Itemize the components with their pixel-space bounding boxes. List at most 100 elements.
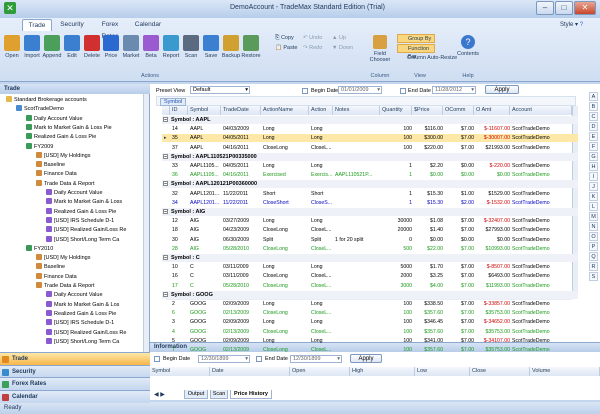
alpha-index-e[interactable]: E [589, 132, 598, 141]
tree-node[interactable]: [USD] Realized Gain/Loss Re [46, 226, 126, 234]
nav-forex-rates[interactable]: Forex Rates [0, 377, 150, 390]
info-column-volume[interactable]: Volume [530, 367, 600, 376]
column-header--price[interactable]: $Price [412, 106, 443, 115]
column-header-tradedate[interactable]: TradeDate [221, 106, 261, 115]
edit-button[interactable]: Edit [62, 35, 82, 67]
info-column-low[interactable]: Low [415, 367, 470, 376]
table-row[interactable]: 28 AIG 05/28/2010 CloseLong CloseL... 500 $22.… [162, 245, 578, 253]
end-date-checkbox[interactable] [400, 88, 406, 94]
maximize-button[interactable]: □ [555, 1, 573, 15]
copy-button[interactable]: ⎘ Copy [275, 35, 294, 42]
function-bar-toggle[interactable]: Function Bar [397, 44, 435, 60]
tab-forex-rates[interactable]: Forex Rates [93, 19, 127, 40]
table-row[interactable]: 12 AIG 03/27/2009 Long Long 30000 $1.08 $7.00 $-… [162, 217, 578, 225]
up-button[interactable]: ▲ Up [332, 35, 346, 41]
tree-node[interactable]: ScotTradeDemo [16, 105, 64, 113]
alpha-index-j[interactable]: J [589, 182, 598, 191]
tree-node[interactable]: [USD] My Holdings [36, 254, 90, 262]
table-row[interactable]: 4 GOOG 02/13/2009 CloseLong CloseL... 100 $357… [162, 328, 578, 336]
undo-button[interactable]: ↶ Undo [303, 35, 322, 41]
table-row[interactable]: 30 AIG 06/30/2009 Split Split 1 for 20 split 0… [162, 236, 578, 244]
help-icon[interactable]: ? [580, 22, 583, 28]
column-header-action[interactable]: Action [309, 106, 333, 115]
collapse-icon[interactable]: – [163, 181, 168, 187]
delete-button[interactable]: Delete [82, 35, 102, 67]
alpha-index-p[interactable]: P [589, 242, 598, 251]
tree-node[interactable]: Realized Gain & Loss Pie [46, 207, 116, 216]
nav-trade[interactable]: Trade [0, 352, 150, 365]
table-row[interactable]: 17 C 05/28/2010 CloseLong CloseL... 3000 $4.00… [162, 282, 578, 290]
alpha-index-h[interactable]: H [589, 162, 598, 171]
collapse-icon[interactable]: – [163, 117, 168, 123]
minimize-button[interactable]: – [536, 1, 554, 15]
info-column-high[interactable]: High [350, 367, 415, 376]
column-header-quantity[interactable]: Quantity [380, 106, 412, 115]
append-button[interactable]: Append [42, 35, 62, 67]
tree-node[interactable]: [USD] Short/Long Term Ca [46, 337, 119, 346]
table-row[interactable]: 34 AAPL1201... 11/22/2011 CloseShort CloseS.… [162, 199, 578, 207]
alpha-index-i[interactable]: I [589, 172, 598, 181]
tab-trade[interactable]: Trade [22, 19, 52, 31]
group-by-box-toggle[interactable]: Group By Box [397, 34, 435, 50]
table-row[interactable]: 32 AAPL1201... 11/22/2011 Short Short 1 $15.30… [162, 190, 578, 198]
table-row[interactable]: 16 C 03/11/2009 CloseLong CloseL... 2000 $3.25… [162, 272, 578, 280]
table-row[interactable]: 33 AAPL1105... 04/05/2011 Long Long 1 $2.20 $0.… [162, 162, 578, 170]
group-header[interactable]: – Symbol : C [162, 254, 578, 262]
down-button[interactable]: ▼ Down [332, 45, 353, 51]
collapse-icon[interactable]: – [163, 153, 168, 159]
column-header-notes[interactable]: Notes [333, 106, 380, 115]
tree-node[interactable]: [USD] Short/Long Term Ca [46, 235, 119, 244]
begin-date-input[interactable]: 01/01/2009 ▾ [338, 86, 382, 94]
collapse-icon[interactable]: – [163, 255, 168, 261]
tree-node[interactable]: Realized Gain & Loss Pie [46, 309, 116, 318]
alpha-index-m[interactable]: M [589, 212, 598, 221]
tab-calendar[interactable]: Calendar [130, 19, 166, 31]
tree-node[interactable]: [USD] IRS Schedule D-1 [46, 319, 114, 327]
table-row[interactable]: 37 AAPL 04/16/2011 CloseLong CloseL... 100 $22… [162, 144, 578, 152]
alpha-index-l[interactable]: L [589, 202, 598, 211]
tree-node[interactable]: Trade Data & Report [36, 179, 95, 188]
column-header-id[interactable]: ID [170, 106, 188, 115]
info-apply-button[interactable]: Apply [350, 354, 382, 363]
alpha-index-f[interactable]: F [589, 142, 598, 151]
nav-security[interactable]: Security [0, 364, 150, 378]
alpha-index-k[interactable]: K [589, 192, 598, 201]
alpha-index-o[interactable]: O [589, 232, 598, 241]
info-column-symbol[interactable]: Symbol [150, 367, 210, 376]
table-row[interactable]: 10 C 03/11/2009 Long Long 5000 $1.70 $7.00 $-850… [162, 263, 578, 271]
info-column-date[interactable]: Date [210, 367, 290, 376]
collapse-icon[interactable]: – [163, 209, 168, 215]
tree-node[interactable]: Mark to Market Gain & Loss Pie [26, 123, 112, 132]
tree-node[interactable]: [USD] My Holdings [36, 151, 90, 160]
group-header[interactable]: – Symbol : AAPL110521P00335000 [162, 152, 578, 161]
save-button[interactable]: Save [201, 35, 221, 67]
info-begin-date-checkbox[interactable] [154, 356, 160, 362]
table-row[interactable]: 2 GOOG 02/09/2009 Long Long 100 $338.50 $7.00 $-… [162, 300, 578, 308]
column-header-o-amt[interactable]: O Amt [474, 106, 510, 115]
alpha-index-r[interactable]: R [589, 262, 598, 271]
info-end-date-input[interactable]: 12/30/1899 ▾ [290, 355, 342, 363]
collapse-icon[interactable]: – [163, 291, 168, 297]
tree-node[interactable]: Finance Data [36, 170, 77, 178]
redo-button[interactable]: ↷ Redo [303, 45, 322, 51]
tab-security[interactable]: Security [56, 19, 88, 31]
app-logo-icon[interactable]: ✕ [4, 2, 16, 14]
column-header-symbol[interactable]: Symbol [188, 106, 221, 115]
column-header-actionname[interactable]: ActionName [261, 106, 309, 115]
table-row[interactable]: 7 GOOG 02/13/2009 CloseLong CloseL... 100 $357… [162, 346, 578, 354]
tree-node[interactable]: Baseline [36, 161, 65, 169]
tree-node[interactable]: Mark to Market Gain & Los [46, 300, 119, 309]
alpha-index-c[interactable]: C [589, 112, 598, 121]
alpha-index-d[interactable]: D [589, 122, 598, 131]
alpha-index-q[interactable]: Q [589, 252, 598, 261]
alpha-index-n[interactable]: N [589, 222, 598, 231]
info-tab-output[interactable]: Output [184, 390, 208, 399]
column-header-ocomm[interactable]: OComm [443, 106, 474, 115]
close-button[interactable]: ✕ [574, 1, 596, 15]
tree-node[interactable]: Baseline [36, 263, 65, 271]
alpha-index-g[interactable]: G [589, 152, 598, 161]
style-menu[interactable]: Style ▾ ? [560, 21, 583, 28]
tree-scrollbar[interactable] [143, 94, 149, 352]
info-begin-date-input[interactable]: 12/30/1899 ▾ [198, 355, 250, 363]
scan-button[interactable]: Scan [181, 35, 201, 67]
